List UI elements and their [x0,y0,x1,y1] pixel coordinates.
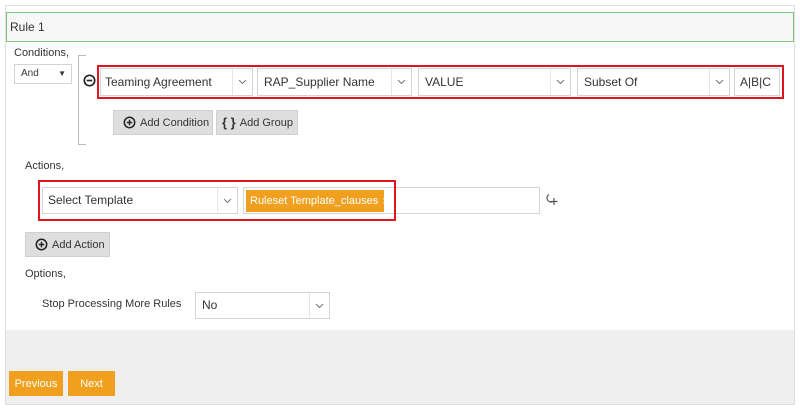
condition-group-bracket [78,55,86,145]
actions-highlight-box [38,180,396,221]
conditions-heading: Conditions, [14,47,70,59]
conditions-highlight-box [97,65,784,99]
stop-processing-label: Stop Processing More Rules [42,298,182,310]
add-group-label: Add Group [239,116,293,129]
chevron-down-icon [309,293,329,318]
template-link-icon[interactable] [544,192,558,206]
minus-circle-icon[interactable] [83,74,96,87]
previous-button[interactable]: Previous [9,371,63,396]
next-label: Next [80,377,103,390]
next-button[interactable]: Next [68,371,115,396]
options-heading: Options, [25,268,66,280]
add-action-button[interactable]: Add Action [25,232,110,257]
footer-bar [6,330,794,404]
plus-circle-icon [122,116,136,130]
actions-heading: Actions, [25,160,65,172]
add-condition-label: Add Condition [140,116,210,129]
add-condition-button[interactable]: Add Condition [113,110,213,135]
stop-processing-value: No [202,298,218,312]
add-group-button[interactable]: { } Add Group [216,110,298,135]
rule-header[interactable]: Rule 1 [6,12,794,42]
stop-processing-select[interactable]: No [195,292,330,319]
add-action-label: Add Action [52,238,105,251]
logic-operator-value: And [21,68,39,79]
caret-down-icon: ▼ [58,69,66,78]
logic-operator-select[interactable]: And ▼ [14,64,72,84]
plus-circle-icon [34,238,48,252]
previous-label: Previous [14,377,58,390]
braces-icon: { } [222,115,236,130]
rule-title: Rule 1 [10,20,45,34]
